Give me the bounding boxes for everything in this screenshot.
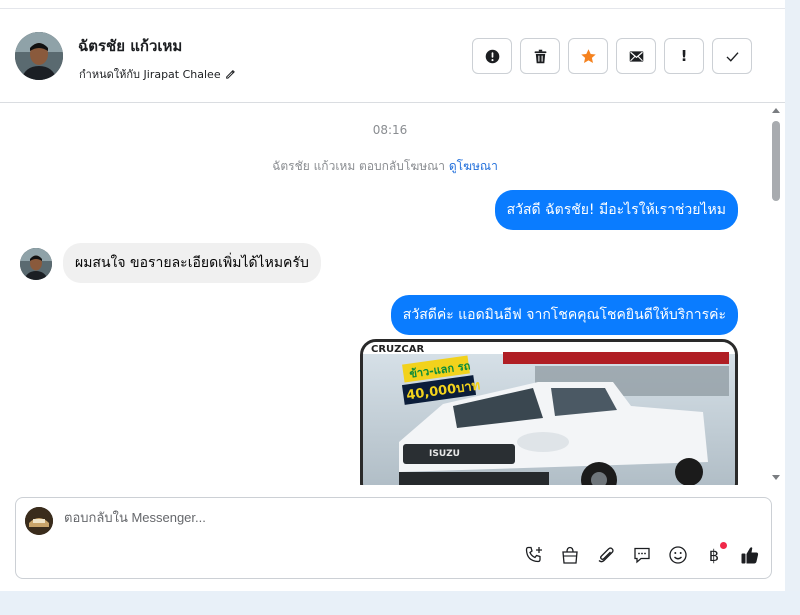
shopping-bag-icon [562, 546, 578, 564]
like-button[interactable] [739, 544, 761, 566]
shop-button[interactable] [559, 544, 581, 566]
envelope-icon [629, 50, 643, 62]
emoji-button[interactable] [667, 544, 689, 566]
baht-icon: ฿ [708, 545, 720, 565]
star-icon [580, 48, 596, 63]
scroll-up-arrow[interactable] [772, 108, 780, 113]
ad-reply-text: ฉัตรชัย แก้วเหม ตอบกลับโฆษณา [272, 159, 446, 173]
outgoing-message[interactable]: สวัสดี ฉัตรชัย! มีอะไรให้เราช่วยไหม [494, 190, 738, 230]
view-ad-link[interactable]: ดูโฆษณา [449, 159, 498, 173]
phone-add-icon [525, 546, 542, 563]
message-scrollbar[interactable] [769, 104, 783, 484]
brand-badge: ISUZU [429, 449, 460, 459]
trash-icon [534, 49, 546, 63]
spam-button[interactable] [472, 38, 512, 74]
checkmark-icon [725, 51, 739, 62]
truck-ad-image: CRUZCAR ข้าว-แลก รถ 40,000บาท ISUZU [363, 342, 735, 485]
alert-circle-icon [485, 49, 499, 63]
message-list: 08:16 ฉัตรชัย แก้วเหม ตอบกลับโฆษณา ดูโฆษ… [0, 104, 768, 485]
reply-composer: ฿ [15, 497, 772, 579]
page-background-strip [0, 591, 800, 615]
scroll-thumb[interactable] [772, 121, 780, 201]
banner-text: CRUZCAR [371, 344, 424, 355]
exclamation-icon: ! [680, 47, 688, 65]
thumbs-up-icon [741, 547, 759, 564]
follow-up-button[interactable]: ! [664, 38, 704, 74]
attach-button[interactable] [595, 544, 617, 566]
assigned-to[interactable]: กำหนดให้กับ Jirapat Chalee [79, 65, 235, 83]
message-timestamp: 08:16 [372, 123, 408, 137]
contact-name: ฉัตรชัย แก้วเหม [78, 37, 183, 55]
payment-button[interactable]: ฿ [703, 542, 727, 566]
contact-avatar[interactable] [15, 32, 63, 80]
ad-image-card[interactable]: CRUZCAR ข้าว-แลก รถ 40,000บาท ISUZU [360, 339, 738, 485]
notification-dot [720, 542, 727, 549]
emoji-icon [669, 546, 687, 564]
scroll-down-arrow[interactable] [772, 475, 780, 480]
call-add-button[interactable] [523, 544, 545, 566]
saved-replies-button[interactable] [631, 544, 653, 566]
composer-tools: ฿ [523, 542, 761, 566]
paperclip-icon [598, 547, 614, 563]
delete-button[interactable] [520, 38, 560, 74]
page-avatar [25, 507, 53, 535]
header-actions: ! [472, 38, 752, 74]
ad-reply-notice: ฉัตรชัย แก้วเหม ตอบกลับโฆษณา ดูโฆษณา [0, 157, 768, 176]
chat-bubble-icon [634, 547, 650, 564]
star-button[interactable] [568, 38, 608, 74]
incoming-message[interactable]: ผมสนใจ ขอรายละเอียดเพิ่มได้ไหมครับ [63, 243, 321, 283]
done-button[interactable] [712, 38, 752, 74]
conversation-panel: ฉัตรชัย แก้วเหม กำหนดให้กับ Jirapat Chal… [0, 0, 785, 591]
outgoing-message[interactable]: สวัสดีค่ะ แอดมินอีฟ จากโชคคุณโชคยินดีให้… [390, 295, 738, 335]
reply-input[interactable] [64, 510, 744, 525]
unread-button[interactable] [616, 38, 656, 74]
conversation-header: ฉัตรชัย แก้วเหม กำหนดให้กับ Jirapat Chal… [0, 9, 785, 103]
assigned-label: กำหนดให้กับ Jirapat Chalee [79, 68, 221, 81]
contact-avatar-small [20, 248, 52, 280]
pencil-icon[interactable] [225, 69, 235, 79]
